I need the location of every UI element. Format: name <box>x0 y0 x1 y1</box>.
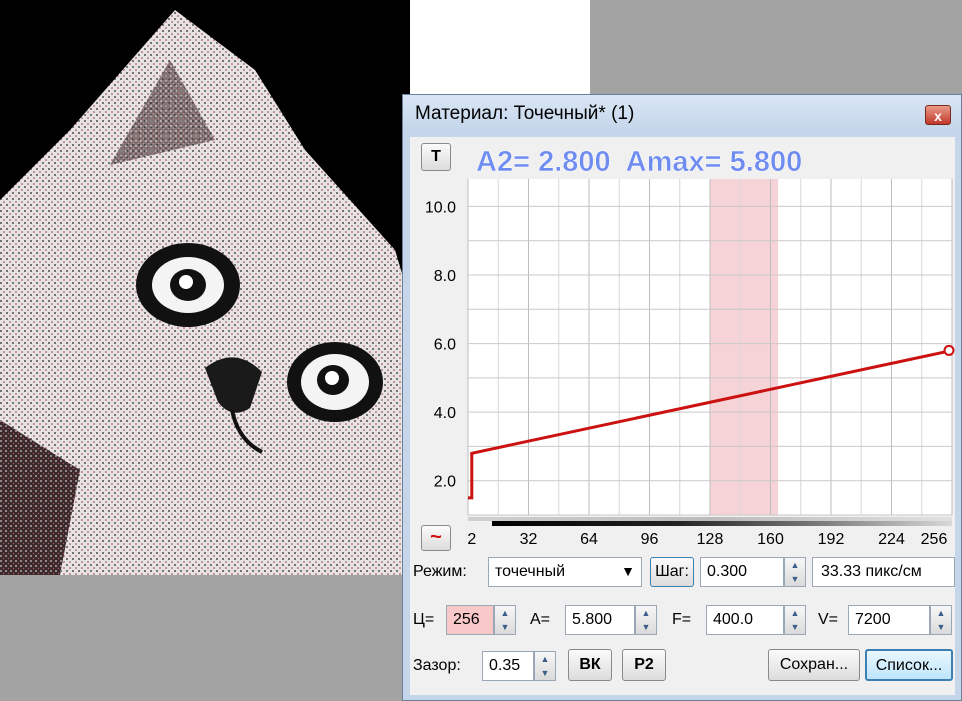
x-tick-label: 32 <box>519 531 538 548</box>
x-axis-scale-strip <box>468 517 952 529</box>
dialog-titlebar[interactable]: Материал: Точечный* (1) x <box>403 95 961 133</box>
spin-up-icon[interactable]: ▲ <box>931 606 951 620</box>
gap-value: 0.35 <box>489 657 521 674</box>
c-value: 256 <box>453 611 480 628</box>
step-value-field[interactable]: 0.300 <box>700 557 784 587</box>
gap-value-field[interactable]: 0.35 <box>482 651 534 681</box>
mode-select-value: точечный <box>495 563 566 580</box>
spin-down-icon[interactable]: ▼ <box>785 620 805 634</box>
wave-button[interactable]: ~ <box>421 525 451 551</box>
f-value: 400.0 <box>713 611 754 628</box>
spin-up-icon[interactable]: ▲ <box>785 606 805 620</box>
cat-eye-right <box>287 342 383 422</box>
y-tick-label: 6.0 <box>434 337 456 354</box>
list-button-label: Список... <box>875 657 943 674</box>
cat-image-canvas <box>0 0 410 575</box>
y-tick-label: 2.0 <box>434 474 456 491</box>
mode-label: Режим: <box>413 563 467 580</box>
scale-strip-dark <box>492 521 952 526</box>
spin-down-icon[interactable]: ▼ <box>495 620 515 634</box>
spin-up-icon[interactable]: ▲ <box>785 558 805 572</box>
x-tick-label: 192 <box>817 531 845 548</box>
x-tick-label: 224 <box>878 531 905 548</box>
spin-up-icon[interactable]: ▲ <box>636 606 656 620</box>
chart-header-text: A2= 2.800 Amax= 5.800 <box>476 146 802 178</box>
vk-button[interactable]: ВК <box>568 649 612 681</box>
x-tick-label: 128 <box>696 531 724 548</box>
mode-select[interactable]: точечный ▼ <box>488 557 642 587</box>
vk-button-label: ВК <box>579 656 601 673</box>
step-spinner[interactable]: ▲ ▼ <box>784 557 806 587</box>
wave-icon: ~ <box>430 526 442 548</box>
end-point-marker[interactable] <box>943 344 955 356</box>
x-tick-label: 96 <box>640 531 659 548</box>
list-button[interactable]: Список... <box>865 649 953 681</box>
x-tick-label: 2 <box>467 531 477 548</box>
x-tick-label: 256 <box>920 531 948 548</box>
step-button[interactable]: Шаг: <box>650 557 694 587</box>
a-value-field[interactable]: 5.800 <box>565 605 635 635</box>
density-value: 33.33 пикс/см <box>821 563 922 580</box>
material-dialog: Материал: Точечный* (1) x T 10.0 8.0 6.0 4.… <box>402 94 962 701</box>
x-tick-label: 160 <box>757 531 784 548</box>
spin-up-icon[interactable]: ▲ <box>535 652 555 666</box>
spin-down-icon[interactable]: ▼ <box>636 620 656 634</box>
f-spinner[interactable]: ▲ ▼ <box>784 605 806 635</box>
spin-down-icon[interactable]: ▼ <box>785 572 805 586</box>
y-tick-label: 4.0 <box>434 405 456 422</box>
p2-button[interactable]: P2 <box>622 649 666 681</box>
gray-background-bottom <box>0 575 402 701</box>
c-spinner[interactable]: ▲ ▼ <box>494 605 516 635</box>
cat-illustration <box>0 10 410 575</box>
v-spinner[interactable]: ▲ ▼ <box>930 605 952 635</box>
density-readout: 33.33 пикс/см <box>812 557 955 587</box>
spin-down-icon[interactable]: ▼ <box>931 620 951 634</box>
spin-up-icon[interactable]: ▲ <box>495 606 515 620</box>
step-value: 0.300 <box>707 563 748 580</box>
gray-background-right <box>590 0 962 94</box>
dialog-title: Материал: Точечный* (1) <box>415 103 635 124</box>
chevron-down-icon: ▼ <box>621 563 635 579</box>
a-value: 5.800 <box>572 611 613 628</box>
cat-eye-left <box>136 243 240 327</box>
v-label: V= <box>818 611 839 628</box>
gap-spinner[interactable]: ▲ ▼ <box>534 651 556 681</box>
spin-down-icon[interactable]: ▼ <box>535 666 555 680</box>
x-tick-label: 64 <box>580 531 598 548</box>
step-button-label: Шаг: <box>655 563 689 580</box>
save-button-label: Сохран... <box>779 656 849 673</box>
c-label: Ц= <box>413 611 435 628</box>
f-label: F= <box>672 611 692 628</box>
f-value-field[interactable]: 400.0 <box>706 605 784 635</box>
highlight-band <box>710 179 779 515</box>
p2-button-label: P2 <box>634 656 654 673</box>
y-tick-label: 8.0 <box>434 268 456 285</box>
close-button[interactable]: x <box>925 105 951 125</box>
y-tick-label: 10.0 <box>425 199 456 216</box>
power-chart: 10.0 8.0 6.0 4.0 2.0 A2= 2.800 Amax= 5.800 <box>425 146 955 516</box>
save-button[interactable]: Сохран... <box>768 649 860 681</box>
v-value-field[interactable]: 7200 <box>848 605 930 635</box>
c-value-field[interactable]: 256 <box>446 605 494 635</box>
a-spinner[interactable]: ▲ ▼ <box>635 605 657 635</box>
a-label: A= <box>530 611 551 628</box>
dialog-client-area: T 10.0 8.0 6.0 4.0 2.0 A2= 2.800 Amax= 5.800… <box>410 137 955 695</box>
v-value: 7200 <box>855 611 891 628</box>
close-icon: x <box>934 108 942 124</box>
gap-label: Зазор: <box>413 657 461 674</box>
